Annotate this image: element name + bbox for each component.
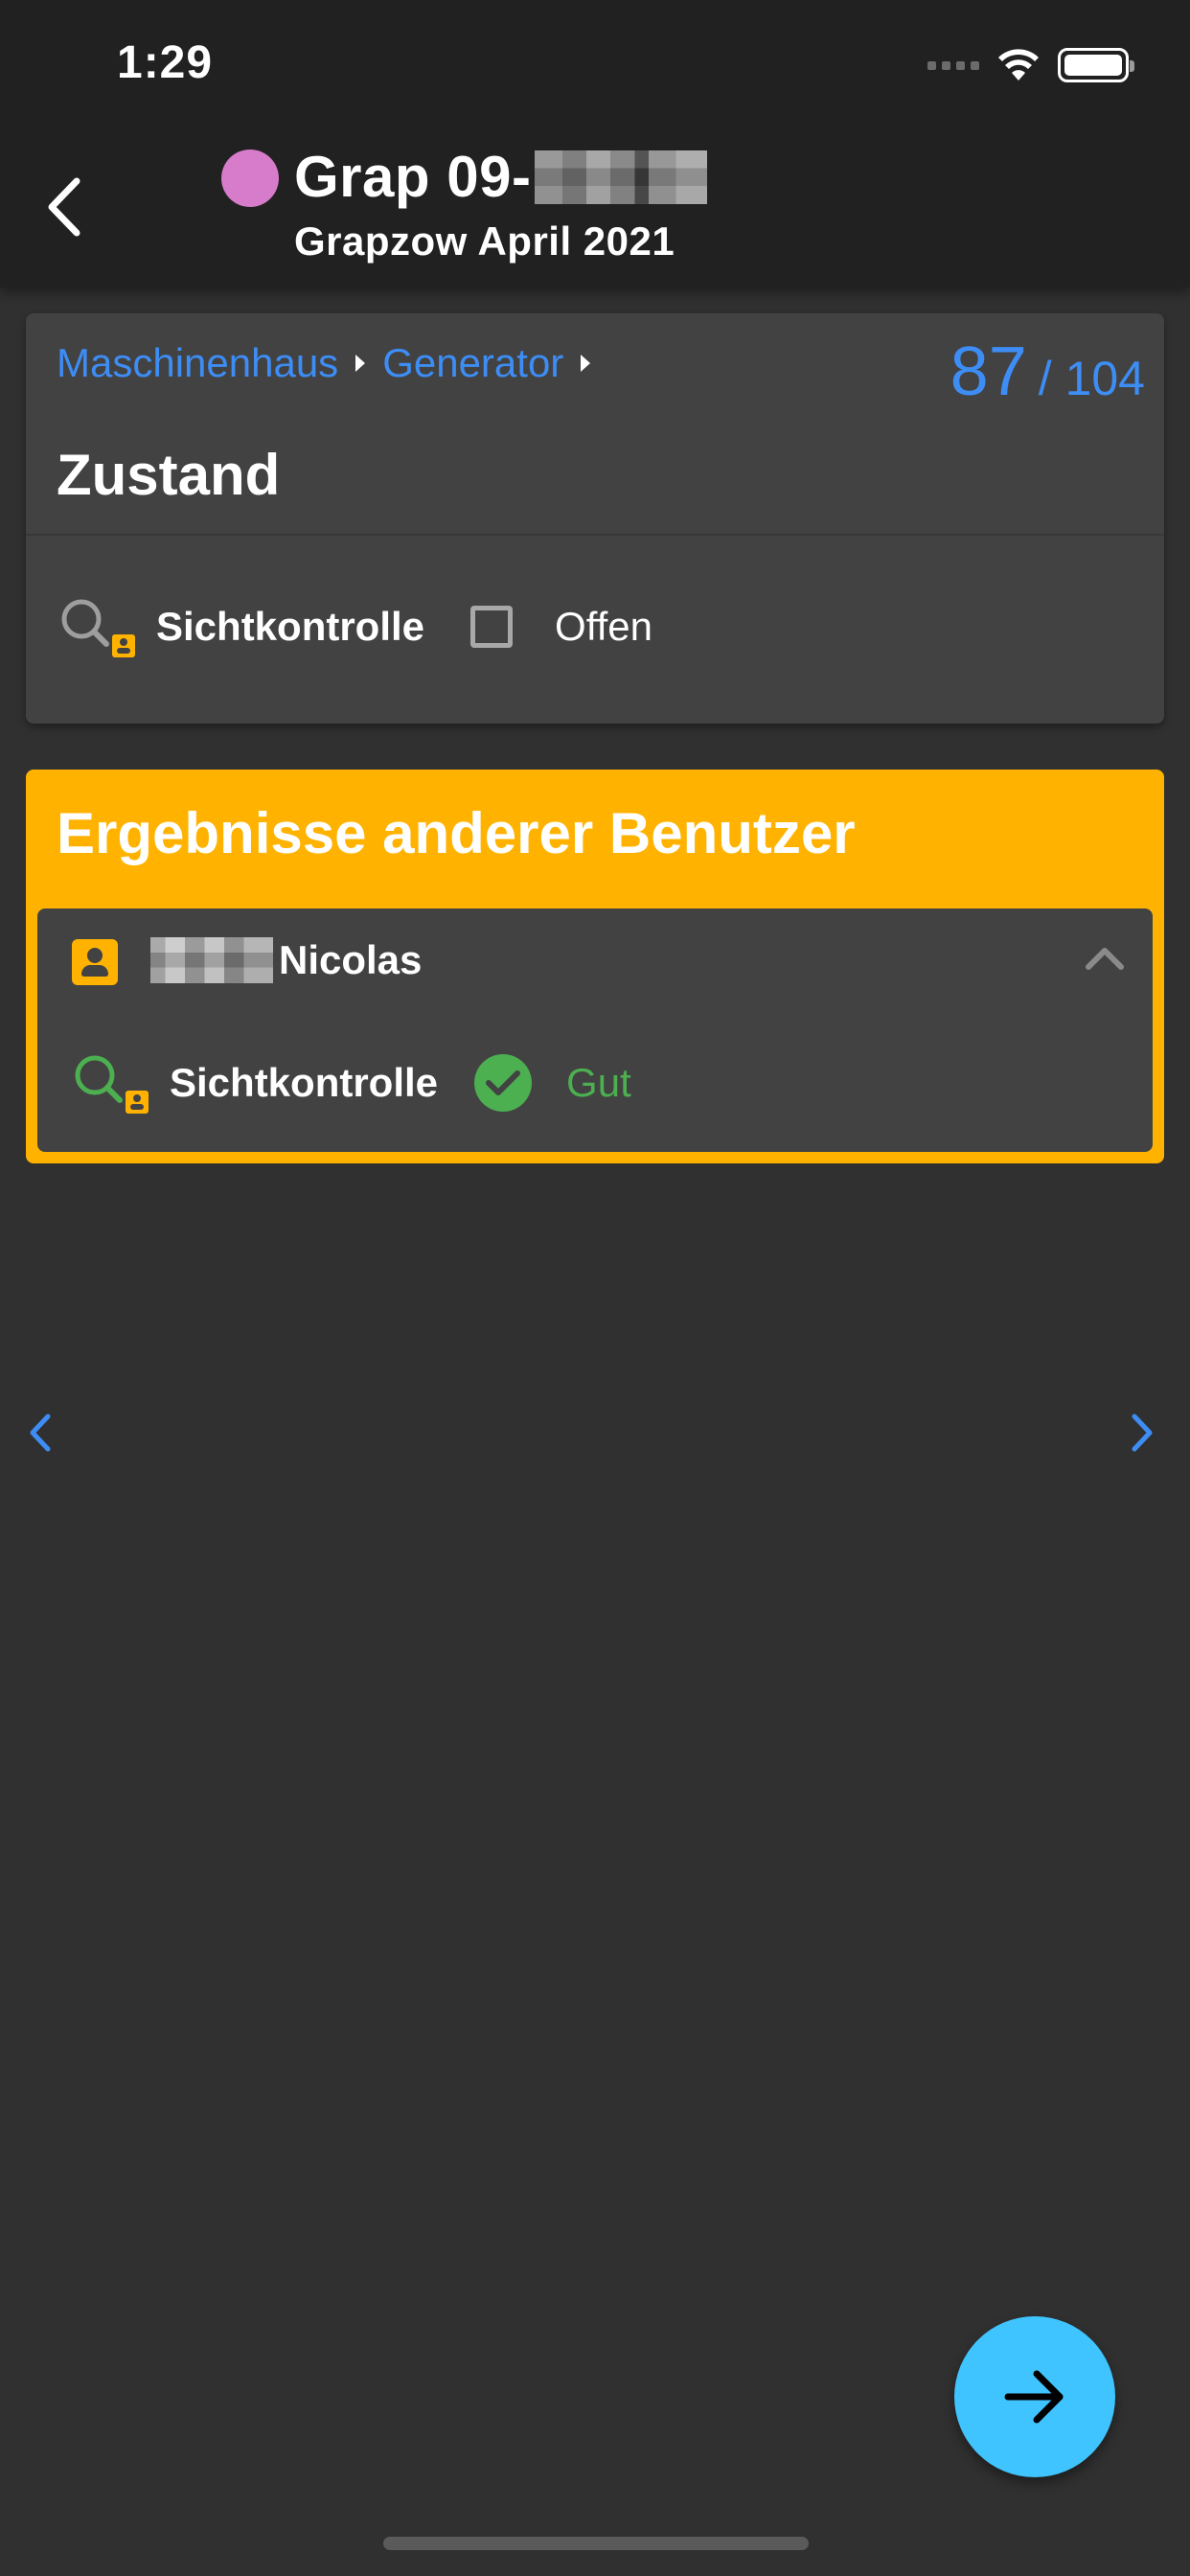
user-result-row: Sichtkontrolle Gut [70,1052,631,1114]
battery-icon [1058,48,1134,82]
chevron-up-icon[interactable] [1084,943,1126,972]
status-time: 1:29 [117,37,214,88]
item-counter: 87/ 104 [950,333,1145,411]
next-fab-button[interactable] [954,2316,1115,2477]
user-name: Nicolas [279,937,423,982]
app-bar: 1:29 Grap 09- Grapzow April 2021 [0,0,1190,288]
home-indicator[interactable] [383,2537,809,2550]
visual-inspection-icon [61,599,135,657]
signal-icon [927,60,979,70]
previous-item-button[interactable] [21,1409,59,1457]
counter-current: 87 [950,334,1027,410]
counter-total: 104 [1064,352,1145,405]
next-item-button[interactable] [1123,1409,1161,1457]
status-icons [927,46,1134,84]
other-users-results-panel: Ergebnisse anderer Benutzer Nicolas Sich… [26,770,1164,1163]
page-subtitle: Grapzow April 2021 [294,218,675,264]
page-title: Grap 09- [294,144,708,210]
result-label: Sichtkontrolle [170,1060,439,1105]
user-result-card[interactable]: Nicolas Sichtkontrolle Gut [37,908,1153,1152]
counter-separator: / [1038,352,1052,405]
redacted-project-id [535,150,708,205]
check-label: Sichtkontrolle [156,604,425,649]
breadcrumb-item-generator[interactable]: Generator [382,340,563,386]
breadcrumb-arrow-icon [581,355,591,372]
other-results-title: Ergebnisse anderer Benutzer [57,801,856,865]
divider [26,534,1164,536]
check-circle-icon [474,1054,533,1112]
chevron-left-icon [48,177,80,237]
check-row: Sichtkontrolle Offen [57,596,652,657]
user-name-row: Nicolas [150,937,422,983]
breadcrumb-item-maschinenhaus[interactable]: Maschinenhaus [57,340,338,386]
arrow-right-icon [1004,2370,1064,2424]
redacted-user-name [150,937,273,983]
project-title-text: Grap 09- [294,145,532,209]
status-checkbox[interactable] [470,606,514,648]
result-status: Gut [566,1060,631,1105]
item-title: Zustand [57,443,281,507]
wifi-icon [998,49,1039,80]
visual-inspection-icon [75,1055,149,1114]
status-text: Offen [555,604,653,649]
inspection-item-card: Maschinenhaus Generator 87/ 104 Zustand … [26,313,1164,724]
back-button[interactable] [36,169,94,245]
breadcrumb-arrow-icon [355,355,366,372]
project-color-dot [221,150,279,207]
account-box-icon [72,939,118,985]
breadcrumb: Maschinenhaus Generator [57,340,591,386]
